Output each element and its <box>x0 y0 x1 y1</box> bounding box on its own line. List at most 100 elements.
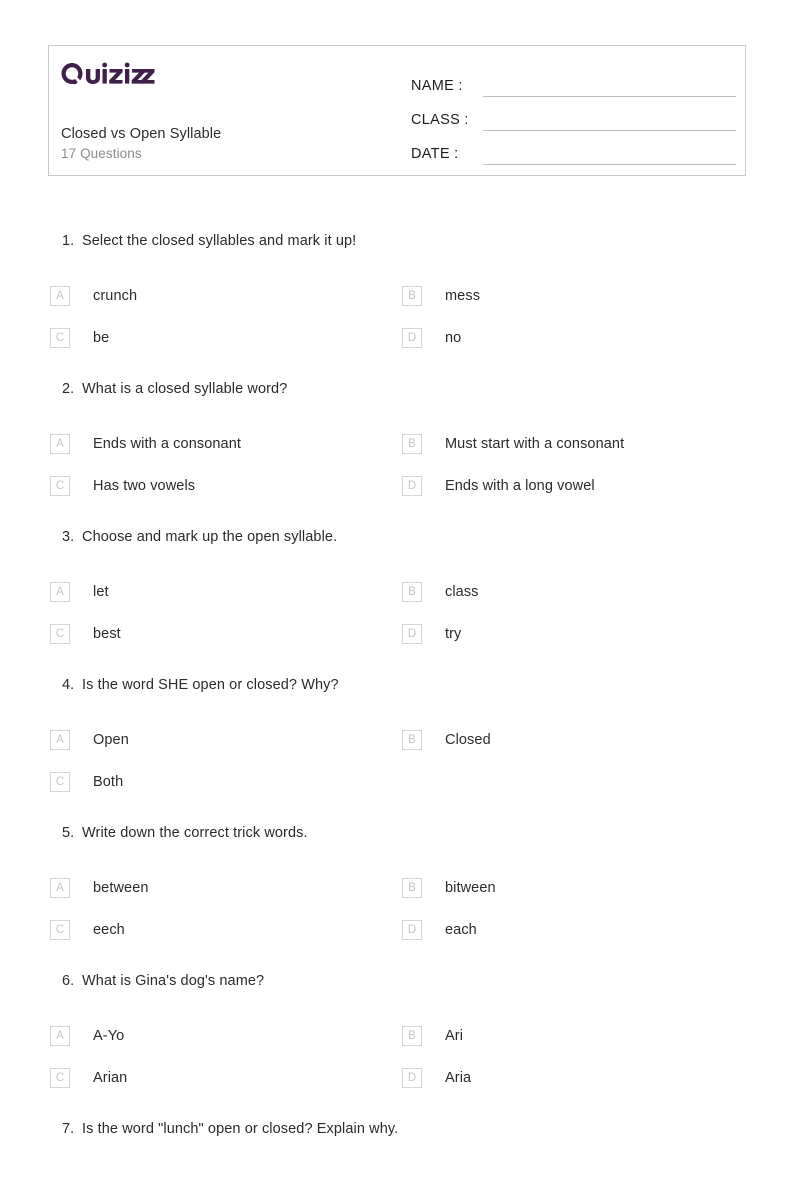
option-letter-box[interactable]: D <box>402 624 422 644</box>
answer-option[interactable]: Cbe <box>48 317 400 359</box>
option-text: let <box>93 584 109 600</box>
option-letter-box[interactable]: B <box>402 730 422 750</box>
question-header: 4. Is the word SHE open or closed? Why? <box>48 677 746 715</box>
answer-option[interactable]: C Has two vowels <box>48 465 400 507</box>
option-letter-box[interactable]: C <box>50 1068 70 1088</box>
option-text: Must start with a consonant <box>445 436 625 452</box>
answer-option[interactable]: A Ends with a consonant <box>48 423 400 465</box>
answer-option[interactable]: Bclass <box>400 571 752 613</box>
answer-option[interactable]: Dtry <box>400 613 752 655</box>
name-input[interactable] <box>483 74 736 97</box>
answer-option[interactable]: B Closed <box>400 719 752 761</box>
option-letter-box[interactable]: B <box>402 582 422 602</box>
answer-option[interactable]: Abetween <box>48 867 400 909</box>
option-letter-box[interactable]: B <box>402 286 422 306</box>
option-letter-box[interactable]: C <box>50 772 70 792</box>
answer-option[interactable]: C Arian <box>48 1057 400 1099</box>
option-letter-box[interactable]: A <box>50 434 70 454</box>
question-text: Is the word "lunch" open or closed? Expl… <box>82 1121 399 1137</box>
option-text: Closed <box>445 732 491 748</box>
answer-option[interactable]: D Ends with a long vowel <box>400 465 752 507</box>
option-text: Ends with a long vowel <box>445 478 595 494</box>
option-letter-box[interactable]: D <box>402 920 422 940</box>
answer-options-grid: Abetween Bbitween Ceech Deach <box>48 867 746 951</box>
option-letter-box[interactable]: D <box>402 476 422 496</box>
answer-option[interactable]: B Ari <box>400 1015 752 1057</box>
option-letter-box[interactable]: C <box>50 624 70 644</box>
option-letter-box[interactable]: B <box>402 434 422 454</box>
class-field-row: CLASS : <box>411 97 736 131</box>
option-letter-box[interactable]: C <box>50 920 70 940</box>
option-text: class <box>445 584 479 600</box>
option-text: Ends with a consonant <box>93 436 241 452</box>
header-left-column: Closed vs Open Syllable 17 Questions <box>61 46 411 175</box>
option-text: Has two vowels <box>93 478 196 494</box>
option-text: Open <box>93 732 129 748</box>
option-text: Both <box>93 774 124 790</box>
question-number: 5. <box>62 825 75 841</box>
answer-option[interactable]: Alet <box>48 571 400 613</box>
question-spacer <box>0 655 794 677</box>
worksheet-header-card: Closed vs Open Syllable 17 Questions NAM… <box>48 45 746 176</box>
quiz-title: Closed vs Open Syllable <box>61 126 222 142</box>
date-field-row: DATE : <box>411 131 736 165</box>
question-block: 1. Select the closed syllables and mark i… <box>0 233 794 359</box>
option-text: Ari <box>445 1028 464 1044</box>
question-block: 2. What is a closed syllable word? A Ends w… <box>0 381 794 507</box>
question-spacer <box>0 803 794 825</box>
student-info-fields: NAME : CLASS : DATE : <box>411 63 736 165</box>
option-letter-box[interactable]: D <box>402 328 422 348</box>
option-text: between <box>93 880 149 896</box>
question-text: What is a closed syllable word? <box>82 381 288 397</box>
option-text: A-Yo <box>93 1028 125 1044</box>
answer-option[interactable]: A Open <box>48 719 400 761</box>
answer-option[interactable]: Cbest <box>48 613 400 655</box>
question-spacer <box>0 507 794 529</box>
class-input[interactable] <box>483 108 736 131</box>
question-header: 3. Choose and mark up the open syllable. <box>48 529 746 567</box>
option-letter-box[interactable]: A <box>50 582 70 602</box>
option-letter-box[interactable]: A <box>50 878 70 898</box>
name-field-label: NAME : <box>411 78 463 94</box>
option-text: Aria <box>445 1070 472 1086</box>
option-letter-box[interactable]: B <box>402 878 422 898</box>
answer-option[interactable]: Bmess <box>400 275 752 317</box>
option-letter-box[interactable]: A <box>50 286 70 306</box>
answer-option[interactable]: Bbitween <box>400 867 752 909</box>
answer-option[interactable]: B Must start with a consonant <box>400 423 752 465</box>
option-letter-box[interactable]: C <box>50 328 70 348</box>
option-text: Arian <box>93 1070 128 1086</box>
option-letter-box[interactable]: D <box>402 1068 422 1088</box>
question-number: 3. <box>62 529 75 545</box>
date-input[interactable] <box>483 142 736 165</box>
option-letter-box[interactable]: B <box>402 1026 422 1046</box>
answer-option[interactable]: Dno <box>400 317 752 359</box>
question-spacer <box>0 359 794 381</box>
question-number: 2. <box>62 381 75 397</box>
quiz-question-count: 17 Questions <box>61 146 142 161</box>
answer-option[interactable]: A A-Yo <box>48 1015 400 1057</box>
answer-options-grid: Acrunch Bmess Cbe Dno <box>48 275 746 359</box>
answer-option[interactable]: Acrunch <box>48 275 400 317</box>
option-letter-box[interactable]: A <box>50 1026 70 1046</box>
question-block: 3. Choose and mark up the open syllable. A… <box>0 529 794 655</box>
option-text: crunch <box>93 288 138 304</box>
answer-option[interactable]: Ceech <box>48 909 400 951</box>
option-text: try <box>445 626 462 642</box>
question-number: 7. <box>62 1121 75 1137</box>
class-field-label: CLASS : <box>411 112 469 128</box>
question-block: 7. Is the word "lunch" open or closed? Ex… <box>0 1121 794 1159</box>
answer-options-grid: A A-Yo B Ari C Arian D Aria <box>48 1015 746 1099</box>
option-letter-box[interactable]: C <box>50 476 70 496</box>
question-header: 1. Select the closed syllables and mark i… <box>48 233 746 271</box>
answer-option[interactable]: D Aria <box>400 1057 752 1099</box>
question-header: 6. What is Gina's dog's name? <box>48 973 746 1011</box>
answer-option[interactable]: Deach <box>400 909 752 951</box>
question-text: Is the word SHE open or closed? Why? <box>82 677 339 693</box>
question-spacer <box>0 951 794 973</box>
answer-option[interactable]: C Both <box>48 761 400 803</box>
option-letter-box[interactable]: A <box>50 730 70 750</box>
question-text: Write down the correct trick words. <box>82 825 308 841</box>
question-header: 2. What is a closed syllable word? <box>48 381 746 419</box>
question-text: Choose and mark up the open syllable. <box>82 529 338 545</box>
